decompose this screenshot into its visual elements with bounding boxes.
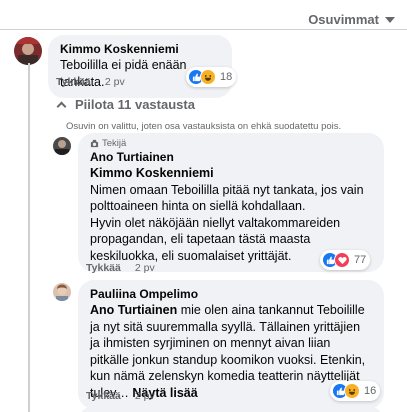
reply-text: Ano Turtiainen mie olen aina tankannut T… <box>90 302 372 401</box>
author-badge-label: Tekijä <box>102 138 127 149</box>
avatar[interactable] <box>53 283 71 301</box>
avatar[interactable] <box>14 37 42 65</box>
comment-author[interactable]: Kimmo Koskenniemi <box>60 42 220 57</box>
timestamp[interactable]: 2 pv <box>135 390 155 402</box>
author-badge: Tekijä <box>90 138 372 149</box>
chevron-up-icon <box>56 101 67 112</box>
reaction-count: 18 <box>220 71 233 83</box>
divider <box>0 29 407 30</box>
love-reaction-icon <box>334 252 350 268</box>
reaction-summary[interactable]: 16 <box>330 381 381 401</box>
like-button[interactable]: Tykkää <box>86 390 121 402</box>
reaction-count: 16 <box>364 385 377 397</box>
reply-actions: Tykkää 2 pv <box>86 390 155 402</box>
timestamp[interactable]: 2 pv <box>105 76 125 88</box>
reply-line: Nimen omaan Teboililla pitää nyt tankata… <box>90 182 364 214</box>
hide-replies-button[interactable]: Piilota 11 vastausta <box>56 97 195 112</box>
reply-author[interactable]: Pauliina Ompelimo <box>90 287 372 302</box>
haha-reaction-icon <box>200 69 216 85</box>
like-button[interactable]: Tykkää <box>56 76 91 88</box>
thread-line <box>28 63 30 412</box>
filter-note: Osuvin on valittu, joten osa vastauksist… <box>66 121 342 132</box>
mention[interactable]: Ano Turtiainen <box>90 303 177 317</box>
like-button[interactable]: Tykkää <box>86 262 121 274</box>
avatar[interactable] <box>53 137 71 155</box>
sort-dropdown[interactable]: Osuvimmat <box>308 12 395 27</box>
reaction-summary[interactable]: 18 <box>186 67 237 87</box>
caret-down-icon <box>385 17 395 23</box>
timestamp[interactable]: 2 pv <box>135 262 155 274</box>
author-badge-icon <box>90 139 99 148</box>
hide-replies-label: Piilota 11 vastausta <box>75 97 195 112</box>
mention[interactable]: Kimmo Koskenniemi <box>90 166 214 180</box>
reaction-count: 77 <box>354 254 367 266</box>
haha-reaction-icon <box>344 383 360 399</box>
reaction-summary[interactable]: 77 <box>320 250 371 270</box>
reply-author[interactable]: Ano Turtiainen <box>90 150 372 165</box>
reply-bubble-partial <box>78 406 384 412</box>
comment-actions: Tykkää 2 pv <box>56 76 125 88</box>
sort-label: Osuvimmat <box>308 12 379 27</box>
reply-actions: Tykkää 2 pv <box>86 262 155 274</box>
